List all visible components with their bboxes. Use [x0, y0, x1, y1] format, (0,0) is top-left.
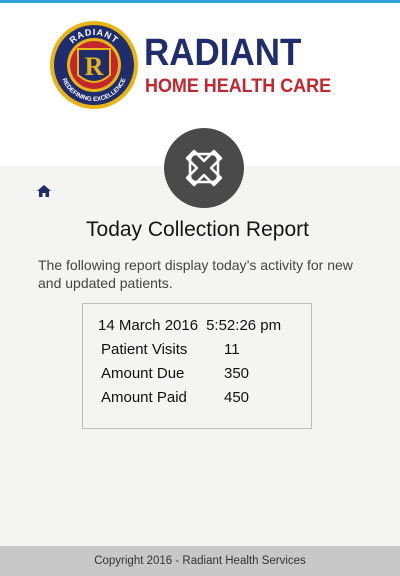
brand-name: RADIANT [144, 32, 302, 74]
amount-due-value: 350 [224, 365, 250, 382]
badge-letter: R [85, 52, 104, 81]
report-datetime: 14 March 2016 5:52:26 pm [98, 317, 281, 334]
amount-paid-label: Amount Paid [101, 389, 187, 406]
patient-visits-label: Patient Visits [101, 341, 188, 358]
brand-subtitle: HOME HEALTH CARE [145, 75, 332, 97]
radiant-badge-logo: R RADIANT REDEFINING EXCELLENCE [50, 21, 138, 109]
medical-cross-icon [164, 128, 244, 208]
report-date: 14 March 2016 [98, 317, 199, 334]
amount-due-label: Amount Due [101, 365, 185, 382]
report-time: 5:52:26 pm [206, 317, 282, 334]
footer-copyright: Copyright 2016 - Radiant Health Services [94, 555, 306, 567]
page-description: The following report display today’s act… [38, 257, 353, 291]
home-icon[interactable] [36, 184, 52, 198]
footer: Copyright 2016 - Radiant Health Services [0, 546, 400, 576]
patient-visits-value: 11 [224, 341, 240, 358]
report-card: 14 March 2016 5:52:26 pm Patient Visits 1… [82, 303, 312, 429]
brand-logo: R RADIANT REDEFINING EXCELLENCE RADIANT … [48, 19, 348, 115]
amount-paid-value: 450 [224, 389, 250, 406]
page-title: Today Collection Report [86, 218, 309, 241]
